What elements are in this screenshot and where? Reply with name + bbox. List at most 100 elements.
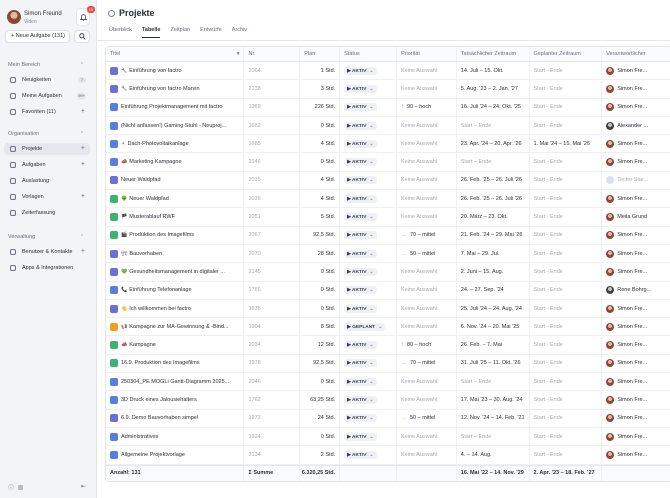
new-task-button[interactable]: + Neue Aufgabe (131) — [5, 30, 70, 43]
table-row[interactable]: Allgemeine Projektvorlage 2134 2 Std. ▶ AKT… — [106, 446, 670, 465]
actual-period-cell[interactable]: 26. Feb. '25 – 26. Juli '26 — [457, 171, 530, 190]
owner-cell[interactable]: Alexander ... — [602, 117, 670, 134]
planned-period-cell[interactable]: Start - Ende — [530, 373, 603, 391]
actual-period-cell[interactable]: 2. Juni – 15. Aug. — [457, 263, 530, 281]
actual-period-cell[interactable]: Start – Ende — [457, 153, 530, 171]
title-cell[interactable]: 👋 Ich willkommen bei factro — [106, 299, 245, 318]
table-row[interactable]: 6.9. Demo Bauvorhaben simpel 1973 24 Std. ▶… — [106, 409, 670, 428]
planned-period-cell[interactable]: Start - Ende — [530, 409, 603, 427]
sidebar-item-aufgaben[interactable]: Aufgaben + — [4, 159, 90, 171]
sidebar-item-auslastung[interactable]: Auslastung — [4, 175, 90, 187]
priority-cell[interactable]: → 70 – mittel — [397, 226, 457, 244]
status-badge[interactable]: ▶ AKTIV ⌄ — [344, 377, 377, 386]
table-row[interactable]: 📞 Einführung Telefonanlage 1766 0 Std. ▶ AKT… — [106, 281, 670, 300]
table-row[interactable]: 📣 Marketing Kampagne 2146 0 Std. ▶ AKTIV ⌄ Kei… — [106, 153, 670, 172]
title-cell[interactable]: Neuer Waldpfad — [106, 171, 245, 190]
planned-period-cell[interactable]: Start - Ende — [530, 318, 603, 336]
actual-period-cell[interactable]: 26. Feb. '25 – 26. Juli '26 — [457, 190, 530, 208]
status-badge[interactable]: ▶ AKTIV ⌄ — [344, 213, 377, 222]
title-cell[interactable]: 🎬 Produktion des Imagefilms — [106, 226, 245, 244]
priority-cell[interactable]: Keine Auswahl — [397, 373, 457, 391]
table-row[interactable]: Administratives 1924 0 Std. ▶ AKTIV ⌄ Keine A… — [106, 427, 670, 447]
status-cell[interactable]: ▶ AKTIV ⌄ — [340, 336, 397, 354]
title-cell[interactable]: (Nicht anfassen!) Gaming Stuhl - Neuproj… — [106, 116, 245, 135]
table-row[interactable]: 💚 Gesundheitsmanagement in digitaler ... 2… — [106, 263, 670, 282]
planned-period-cell[interactable]: Start - Ende — [530, 208, 603, 226]
planned-period-cell[interactable]: Start - Ende — [530, 427, 603, 446]
actual-period-cell[interactable]: 6. Nov. '24 – 20. Mai '25 — [457, 318, 530, 336]
status-badge[interactable]: ▶ AKTIV ⌄ — [344, 395, 377, 404]
title-cell[interactable]: 250304_PE MOGLi Gantt-Diagramm 2025... — [106, 373, 245, 391]
owner-cell[interactable]: Simon Fre... — [602, 227, 670, 244]
table-row[interactable]: 👋 Ich willkommen bei factro 1635 0 Std. ▶ AK… — [106, 299, 670, 319]
actual-period-cell[interactable]: 20. März – 23. Okt. — [457, 208, 530, 226]
owner-cell[interactable]: Simon Fre... — [602, 190, 670, 207]
actual-period-cell[interactable]: 4. – 14. Aug. — [457, 446, 530, 464]
actual-period-cell[interactable]: 14. Juli – 15. Okt. — [457, 62, 530, 80]
planned-period-cell[interactable]: Start - Ende — [530, 116, 603, 135]
priority-cell[interactable]: Keine Auswahl — [397, 190, 457, 208]
status-cell[interactable]: ▶ AKTIV ⌄ — [340, 80, 397, 98]
owner-cell[interactable]: Simon Fre... — [602, 153, 670, 170]
priority-cell[interactable]: Keine Auswahl — [397, 427, 457, 446]
table-row[interactable]: ☀ Dach-Photovoltaikanlage 1685 4 Std. ▶ AKTI… — [106, 135, 670, 154]
actual-period-cell[interactable]: 7. Mai – 29. Jul. — [457, 244, 530, 263]
table-row[interactable]: 🌳 Neuer Waldpfad 2036 4 Std. ▶ AKTIV ⌄ Keine A… — [106, 190, 670, 209]
status-badge[interactable]: ▶ AKTIV ⌄ — [344, 267, 377, 276]
actual-period-cell[interactable]: Start – Ende — [457, 373, 530, 391]
tab--berblick[interactable]: Überblick — [109, 27, 132, 38]
table-row[interactable]: 🔧 Einführung von factro 2064 1 Std. ▶ AKTIV ⌄… — [106, 62, 670, 81]
tab-zeitplan[interactable]: Zeitplan — [170, 27, 190, 38]
planned-period-cell[interactable]: Start - Ende — [530, 153, 603, 171]
planned-period-cell[interactable]: Start - Ende — [530, 391, 603, 409]
chevron-up-icon[interactable]: ⌃ — [80, 131, 84, 137]
title-cell[interactable]: 💚 Gesundheitsmanagement in digitaler ... — [106, 263, 245, 281]
table-row[interactable]: 🔧 Einführung von factro Marvin 2138 3 Std. ▶… — [106, 80, 670, 99]
status-badge[interactable]: ▶ AKTIV ⌄ — [344, 121, 377, 130]
priority-cell[interactable]: Keine Auswahl — [397, 299, 457, 318]
sidebar-item-zeiterfassung[interactable]: Zeiterfassung — [4, 207, 90, 219]
status-cell[interactable]: ▶ AKTIV ⌄ — [340, 354, 397, 373]
status-badge[interactable]: ▶ AKTIV ⌄ — [344, 304, 377, 313]
owner-cell[interactable]: Simon Fre... — [602, 135, 670, 152]
owner-cell[interactable]: Simon Fre... — [602, 373, 670, 390]
tab-archiv[interactable]: Archiv — [232, 27, 247, 38]
status-badge[interactable]: ▶ AKTIV ⌄ — [344, 286, 377, 295]
status-cell[interactable]: ▶ AKTIV ⌄ — [340, 299, 397, 318]
owner-cell[interactable]: Simon Fre... — [602, 245, 670, 262]
status-badge[interactable]: ▶ AKTIV ⌄ — [344, 432, 377, 441]
priority-cell[interactable]: Keine Auswahl — [397, 62, 457, 80]
sidebar-item-neuigkeiten[interactable]: Neuigkeiten 7 — [4, 74, 90, 86]
planned-period-cell[interactable]: Start - Ende — [530, 281, 603, 299]
table-row[interactable]: 📢 Kampagne zur MA-Gewinnung & -Bind... 190… — [106, 318, 670, 337]
owner-cell[interactable]: Tectro Star... — [602, 172, 670, 189]
title-cell[interactable]: 🏴 Musterablauf RWF — [106, 208, 245, 226]
priority-cell[interactable]: Keine Auswahl — [397, 208, 457, 226]
owner-cell[interactable]: Meila Grund — [602, 208, 670, 225]
owner-cell[interactable]: Simon Fre... — [602, 62, 670, 79]
sidebar-item-projekte[interactable]: Projekte + — [4, 143, 90, 155]
status-cell[interactable]: ▶ AKTIV ⌄ — [340, 62, 397, 80]
actual-period-cell[interactable]: 16. Juli '24 – 24. Okt. '25 — [457, 98, 530, 116]
status-badge[interactable]: ▶ AKTIV ⌄ — [344, 450, 377, 459]
owner-cell[interactable]: Simon Fre... — [602, 318, 670, 335]
status-cell[interactable]: ▶ AKTIV ⌄ — [340, 208, 397, 226]
status-cell[interactable]: ▶ AKTIV ⌄ — [340, 281, 397, 299]
planned-period-cell[interactable]: Start - Ende — [530, 244, 603, 263]
table-row[interactable]: 📣 Kampagne 2034 12 Std. ▶ AKTIV ⌄ ↑ 80 – hoch 26… — [106, 336, 670, 355]
table-row[interactable]: 16.9. Produktion des Imagefilms 1978 92,5 … — [106, 354, 670, 374]
add-icon[interactable]: + — [81, 191, 85, 203]
status-cell[interactable]: ▶ AKTIV ⌄ — [340, 171, 397, 190]
priority-cell[interactable]: ↑ 90 – hoch — [397, 98, 457, 116]
owner-cell[interactable]: Simon Fre... — [602, 99, 670, 116]
priority-cell[interactable]: Keine Auswahl — [397, 171, 457, 190]
table-row[interactable]: 🏴 Musterablauf RWF 2051 5 Std. ▶ AKTIV ⌄ Keine… — [106, 208, 670, 227]
tab-entw-rfe[interactable]: Entwürfe — [200, 27, 222, 38]
planned-period-cell[interactable]: Start - Ende — [530, 226, 603, 244]
title-cell[interactable]: 🌳 Neuer Waldpfad — [106, 190, 245, 208]
actual-period-cell[interactable]: 26. Feb. – 7. Mai — [457, 336, 530, 354]
owner-cell[interactable]: Rene Bohrg... — [602, 282, 670, 299]
table-row[interactable]: Neuer Waldpfad 2035 4 Std. ▶ AKTIV ⌄ Keine Au… — [106, 171, 670, 191]
status-badge[interactable]: ▶ AKTIV ⌄ — [344, 103, 377, 112]
title-cell[interactable]: 🔧 Einführung von factro — [106, 62, 245, 80]
